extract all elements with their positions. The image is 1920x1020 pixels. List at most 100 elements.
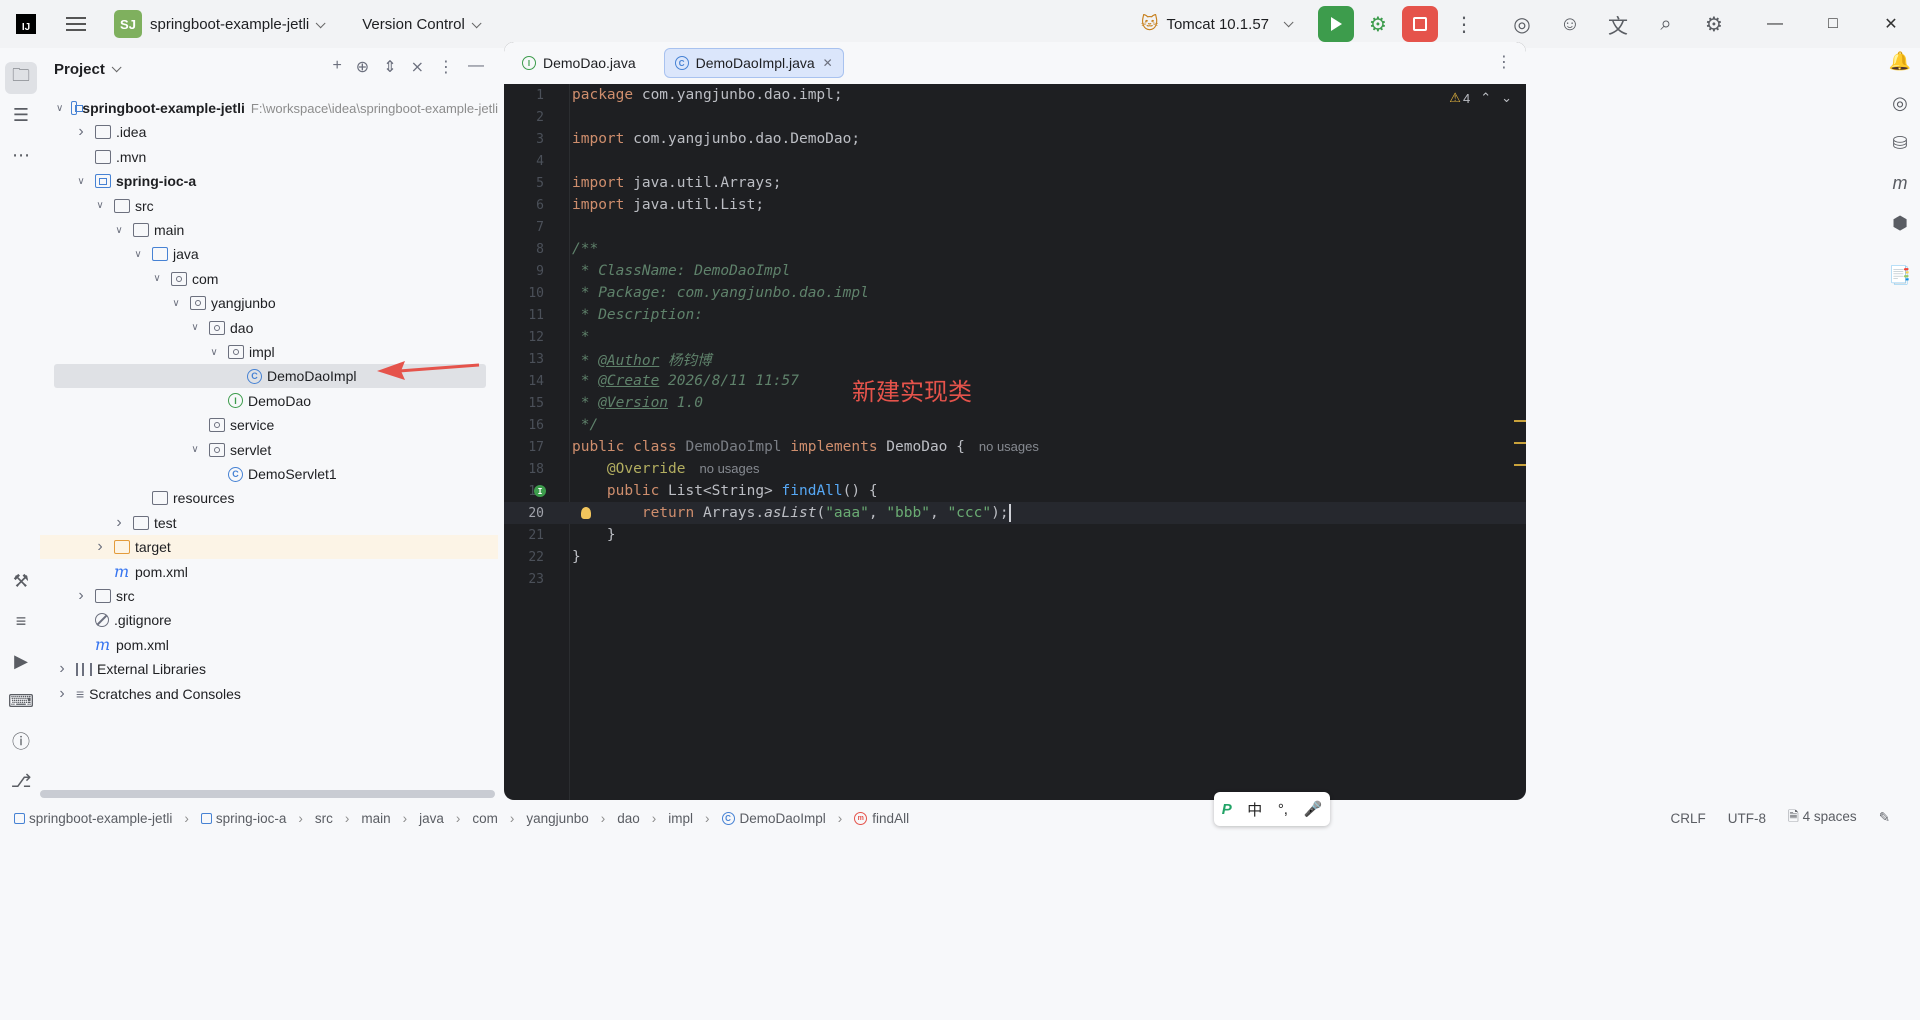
indent-setting[interactable]: 🗎 4 spaces (1788, 807, 1857, 830)
readonly-toggle-icon[interactable]: ✎ (1879, 810, 1890, 826)
tree-item[interactable]: ∨ springboot-example-jetli F:\workspace\id… (40, 96, 498, 120)
vcs-menu[interactable]: Version Control (362, 16, 482, 33)
tree-item[interactable]: ∨ main (40, 218, 498, 242)
minimize-button[interactable]: — (1746, 0, 1804, 48)
breadcrumb-item[interactable]: impl (668, 811, 693, 826)
chevron-down-icon[interactable]: ∨ (208, 347, 220, 358)
breadcrumb-item[interactable]: yangjunbo (526, 811, 588, 826)
breadcrumb-item[interactable]: dao (617, 811, 640, 826)
microphone-icon[interactable]: 🎤 (1304, 800, 1323, 818)
breadcrumb-item[interactable]: main (361, 811, 390, 826)
tree-item[interactable]: resources (40, 486, 498, 510)
locate-file-icon[interactable]: ⊕ (356, 57, 369, 77)
chevron-down-icon[interactable]: ∨ (113, 225, 125, 236)
new-file-icon[interactable]: + (332, 57, 341, 77)
tree-item[interactable]: ∨ java (40, 242, 498, 266)
chevron-down-icon[interactable]: ∨ (170, 298, 182, 309)
services-icon[interactable]: ≡ (8, 608, 34, 634)
ime-toolbar[interactable]: P 中 °, 🎤 (1214, 792, 1330, 826)
search-icon[interactable]: ⌕ (1648, 6, 1684, 42)
tree-item[interactable]: ∨ src (40, 194, 498, 218)
tree-item[interactable]: › src (40, 584, 498, 608)
implements-method-icon[interactable]: I (534, 485, 546, 497)
structure-icon[interactable]: ☰ (8, 102, 34, 128)
tree-item[interactable]: I DemoDao (40, 389, 498, 413)
build-hammer-icon[interactable]: ⚒ (8, 568, 34, 594)
close-tab-icon[interactable]: ✕ (823, 56, 833, 70)
more-actions-button[interactable]: ⋮ (1446, 6, 1482, 42)
tree-item[interactable]: › External Libraries (40, 657, 498, 681)
hide-panel-icon[interactable]: — (468, 57, 484, 77)
run-services-icon[interactable]: ▶ (8, 648, 34, 674)
code-area[interactable]: ⚠ 4 ⌃ ⌄ 1 package com.yangjunbo.dao.impl;… (504, 84, 1526, 800)
bookmarks-icon[interactable]: 📑 (1887, 262, 1913, 288)
close-window-button[interactable]: ✕ (1862, 0, 1920, 48)
collapse-all-icon[interactable]: ⨯ (411, 57, 424, 77)
breadcrumb-item[interactable]: springboot-example-jetli (14, 811, 172, 826)
tree-item[interactable]: › ≡ Scratches and Consoles (40, 682, 498, 706)
chevron-down-icon[interactable]: ∨ (132, 249, 144, 260)
settings-gear-icon[interactable]: ⚙ (1696, 6, 1732, 42)
problems-icon[interactable]: ⓘ (8, 728, 34, 754)
tabs-menu-icon[interactable]: ⋮ (1496, 52, 1512, 72)
tree-item[interactable]: ∨ yangjunbo (40, 291, 498, 315)
tree-item[interactable]: ∨ dao (40, 316, 498, 340)
project-folder-icon[interactable]: 🗀 (5, 62, 37, 94)
tree-item[interactable]: › test (40, 511, 498, 535)
run-configuration-selector[interactable]: 🐱 Tomcat 10.1.57 (1141, 14, 1294, 34)
maximize-button[interactable]: □ (1804, 0, 1862, 48)
options-icon[interactable]: ⋮ (438, 57, 454, 77)
main-menu-button[interactable] (66, 17, 86, 31)
terminal-icon[interactable]: ⌨ (8, 688, 34, 714)
tab-demodaoimpl[interactable]: C DemoDaoImpl.java ✕ (663, 48, 844, 78)
chevron-down-icon[interactable]: ∨ (189, 322, 201, 333)
chevron-right-icon[interactable]: › (113, 514, 125, 532)
breadcrumb-item[interactable]: C DemoDaoImpl (721, 811, 826, 826)
tree-item[interactable]: m pom.xml (40, 560, 498, 584)
scrollbar-marker[interactable] (1514, 442, 1526, 444)
debug-button[interactable]: ⚙ (1360, 6, 1396, 42)
tree-item[interactable]: .mvn (40, 145, 498, 169)
tree-item[interactable]: m pom.xml (40, 633, 498, 657)
breadcrumb-item[interactable]: src (315, 811, 333, 826)
chevron-right-icon[interactable]: › (56, 660, 68, 678)
chevron-down-icon[interactable]: ∨ (189, 444, 201, 455)
plugin-icon[interactable]: ⬢ (1887, 210, 1913, 236)
chevron-right-icon[interactable]: › (75, 123, 87, 141)
maven-icon[interactable]: m (1887, 170, 1913, 196)
tree-item[interactable]: ∨ com (40, 267, 498, 291)
more-tools-icon[interactable]: ⋯ (8, 142, 34, 168)
ime-mode[interactable]: 中 (1247, 799, 1262, 820)
chevron-down-icon[interactable]: ∨ (56, 103, 63, 114)
tree-item[interactable]: service (40, 413, 498, 437)
tab-demodao[interactable]: I DemoDao.java (512, 48, 646, 78)
breadcrumb-item[interactable]: java (419, 811, 444, 826)
breadcrumb-item[interactable]: m findAll (854, 811, 909, 826)
translate-icon[interactable]: 文 (1600, 6, 1636, 42)
scrollbar-marker[interactable] (1514, 464, 1526, 466)
stop-button[interactable] (1402, 6, 1438, 42)
rerun-button[interactable] (1318, 6, 1354, 42)
ai-chat-icon[interactable]: ◎ (1887, 90, 1913, 116)
chevron-right-icon[interactable]: › (94, 538, 106, 556)
expand-all-icon[interactable]: ⇕ (383, 57, 396, 77)
chevron-down-icon[interactable]: ∨ (151, 273, 163, 284)
notifications-bell-icon[interactable]: 🔔 (1887, 48, 1913, 74)
ai-assistant-icon[interactable]: ◎ (1504, 6, 1540, 42)
scrollbar-marker[interactable] (1514, 420, 1526, 422)
tree-item[interactable]: .gitignore (40, 608, 498, 632)
chevron-right-icon[interactable]: › (56, 685, 68, 703)
project-badge[interactable]: SJ (114, 10, 142, 38)
breadcrumb-item[interactable]: com (472, 811, 498, 826)
database-icon[interactable]: ⛁ (1887, 130, 1913, 156)
chevron-right-icon[interactable]: › (75, 587, 87, 605)
breadcrumb-item[interactable]: spring-ioc-a (200, 811, 286, 826)
tree-item[interactable]: C DemoServlet1 (40, 462, 498, 486)
add-user-icon[interactable]: ☺ (1552, 6, 1588, 42)
tree-item[interactable]: ∨ servlet (40, 438, 498, 462)
chevron-down-icon[interactable]: ∨ (94, 200, 106, 211)
chevron-down-icon[interactable]: ∨ (75, 176, 87, 187)
tree-item[interactable]: › .idea (40, 120, 498, 144)
project-switcher[interactable]: springboot-example-jetli (150, 16, 326, 33)
git-branch-icon[interactable]: ⎇ (8, 768, 34, 794)
